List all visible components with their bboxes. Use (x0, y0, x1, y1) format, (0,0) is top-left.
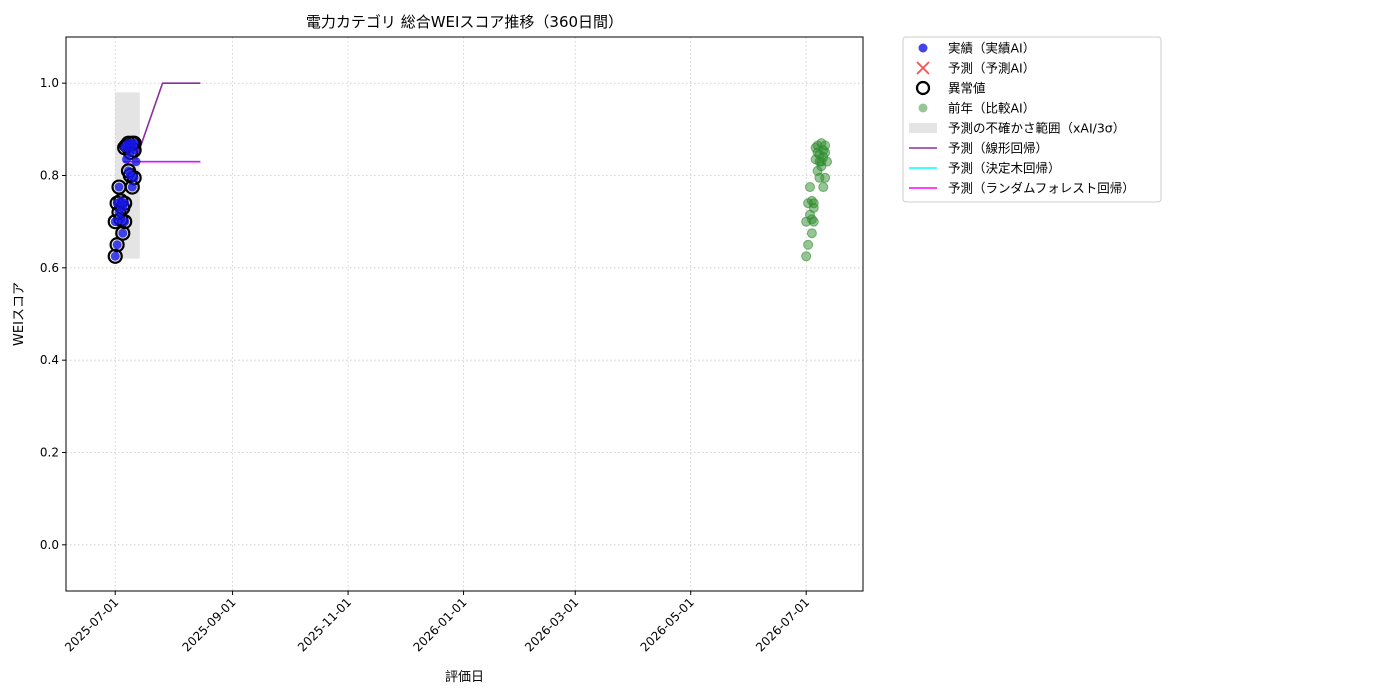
actual-point (120, 217, 130, 227)
legend-label-anomaly: 異常値 (948, 81, 986, 96)
linear-forecast-line (135, 82, 201, 160)
wei-score-chart: 2025-07-01 2025-09-01 2025-11-01 2026-01-01… (12, 13, 1162, 685)
y-tick-label: 0.2 (40, 446, 59, 460)
data-points (107, 135, 833, 264)
actual-point (110, 251, 120, 261)
legend-actual-marker (918, 43, 928, 53)
previous-year-point (803, 239, 814, 250)
previous-year-point (801, 251, 812, 262)
actual-point (118, 228, 128, 238)
previous-year-point (806, 228, 817, 239)
x-axis-label: 評価日 (445, 670, 484, 685)
x-tick-label: 2025-07-01 (62, 595, 121, 654)
x-tick-label: 2026-01-01 (410, 595, 469, 654)
previous-year-point (808, 198, 819, 209)
actual-point (120, 198, 130, 208)
legend-label-forest: 予測（ランダムフォレスト回帰） (948, 181, 1135, 196)
y-tick-label: 0.0 (40, 538, 59, 552)
plot-frame (65, 36, 864, 592)
legend-label-previous_year: 前年（比較AI） (948, 101, 1035, 116)
y-tick-label: 1.0 (40, 76, 59, 90)
y-tick-label: 0.4 (40, 353, 59, 367)
previous-year-point (818, 182, 829, 193)
axis-ticks: 2025-07-01 2025-09-01 2025-11-01 2026-01-01… (40, 76, 812, 654)
actual-point (129, 138, 139, 148)
actual-point (114, 182, 124, 192)
previous-year-point (820, 147, 831, 158)
legend-label-uncertainty: 予測の不確かさ範囲（xAI/3σ） (948, 121, 1125, 136)
x-tick-label: 2026-05-01 (638, 595, 697, 654)
legend: 実績（実績AI） 予測（予測AI） 異常値前年（比較AI） 予測の不確かさ範囲（xAI… (902, 36, 1162, 203)
actual-point (129, 173, 139, 183)
legend-label-forecast: 予測（予測AI） (948, 61, 1035, 76)
previous-year-point (820, 172, 831, 183)
actual-point (131, 157, 141, 167)
legend-label-tree: 予測（決定木回帰） (948, 161, 1061, 176)
y-axis-label: WEIスコア (12, 282, 27, 346)
previous-year-point (804, 182, 815, 193)
y-tick-label: 0.8 (40, 169, 59, 183)
x-tick-label: 2025-11-01 (295, 595, 354, 654)
legend-label-linear: 予測（線形回帰） (948, 141, 1048, 156)
grid (66, 37, 863, 591)
legend-previous-year-marker (918, 103, 928, 113)
legend-label-actual: 実績（実績AI） (948, 41, 1035, 56)
x-tick-label: 2025-09-01 (179, 595, 238, 654)
y-tick-label: 0.6 (40, 261, 59, 275)
x-tick-label: 2026-07-01 (753, 595, 812, 654)
actual-point (127, 182, 137, 192)
previous-year-point (808, 216, 819, 227)
actual-point (112, 240, 122, 250)
x-tick-label: 2026-03-01 (522, 595, 581, 654)
previous-year-point (816, 161, 827, 172)
legend-uncertainty-swatch (909, 123, 937, 133)
chart-title: 電力カテゴリ 総合WEIスコア推移（360日間） (306, 13, 623, 31)
